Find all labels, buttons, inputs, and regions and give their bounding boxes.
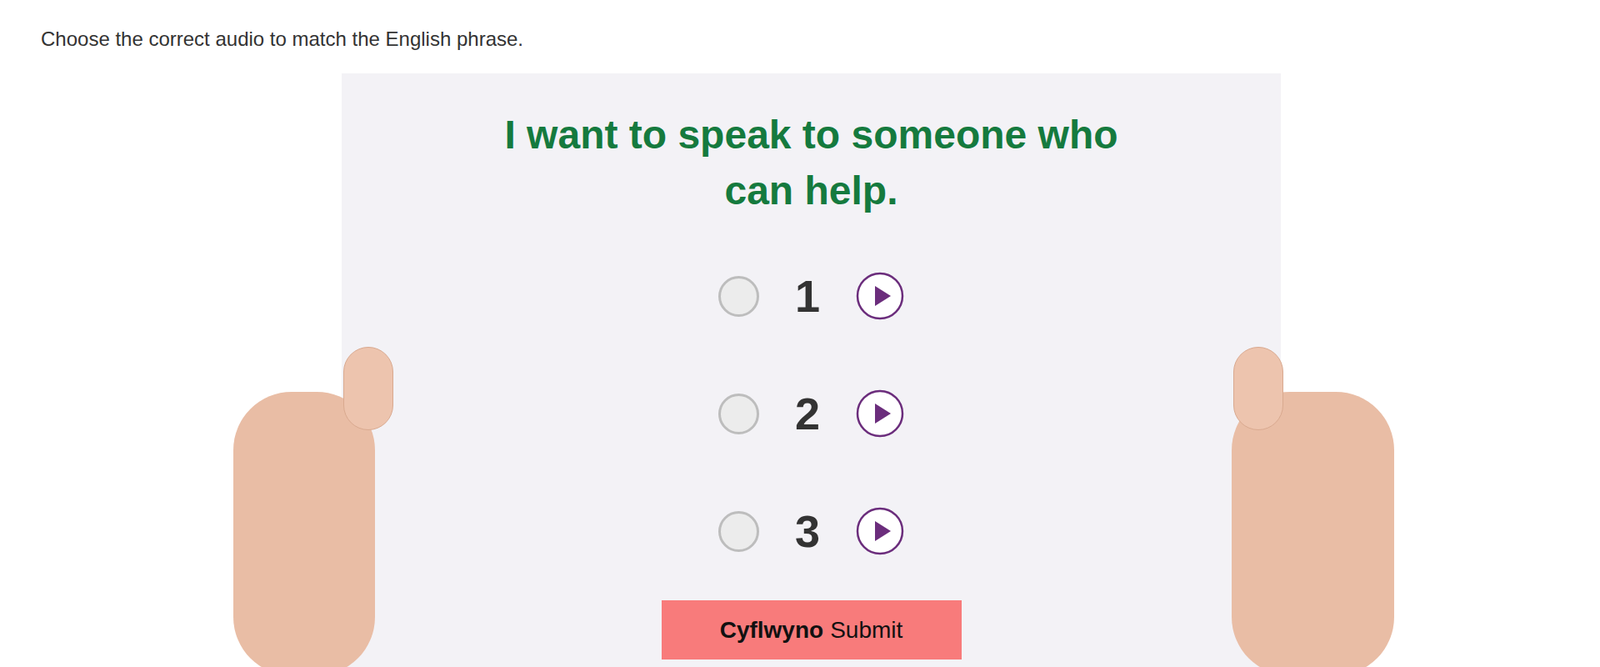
page: Choose the correct audio to match the En… (0, 0, 1600, 667)
option-number: 2 (792, 388, 823, 439)
prompt-heading: I want to speak to someone who can help. (495, 106, 1129, 219)
option-number: 1 (792, 270, 823, 321)
option-row: 2 (718, 388, 905, 439)
play-icon[interactable] (855, 389, 905, 438)
option-row: 3 (718, 505, 905, 556)
submit-welsh-label: Cyflwyno (720, 612, 824, 648)
submit-english-label: Submit (830, 612, 903, 648)
left-thumb (343, 346, 394, 430)
radio-button[interactable] (718, 510, 760, 552)
options-list: 1 2 3 (718, 270, 905, 556)
left-hand (233, 391, 375, 667)
instruction-text: Choose the correct audio to match the En… (0, 0, 1600, 51)
right-thumb (1233, 346, 1284, 430)
option-row: 1 (718, 270, 905, 321)
question-card: I want to speak to someone who can help.… (341, 73, 1281, 667)
play-icon[interactable] (855, 271, 905, 320)
submit-button[interactable]: CyflwynoSubmit (661, 600, 962, 660)
radio-button[interactable] (718, 393, 760, 435)
play-icon[interactable] (855, 506, 905, 555)
radio-button[interactable] (718, 275, 760, 317)
right-hand (1231, 391, 1395, 667)
option-number: 3 (792, 505, 823, 556)
